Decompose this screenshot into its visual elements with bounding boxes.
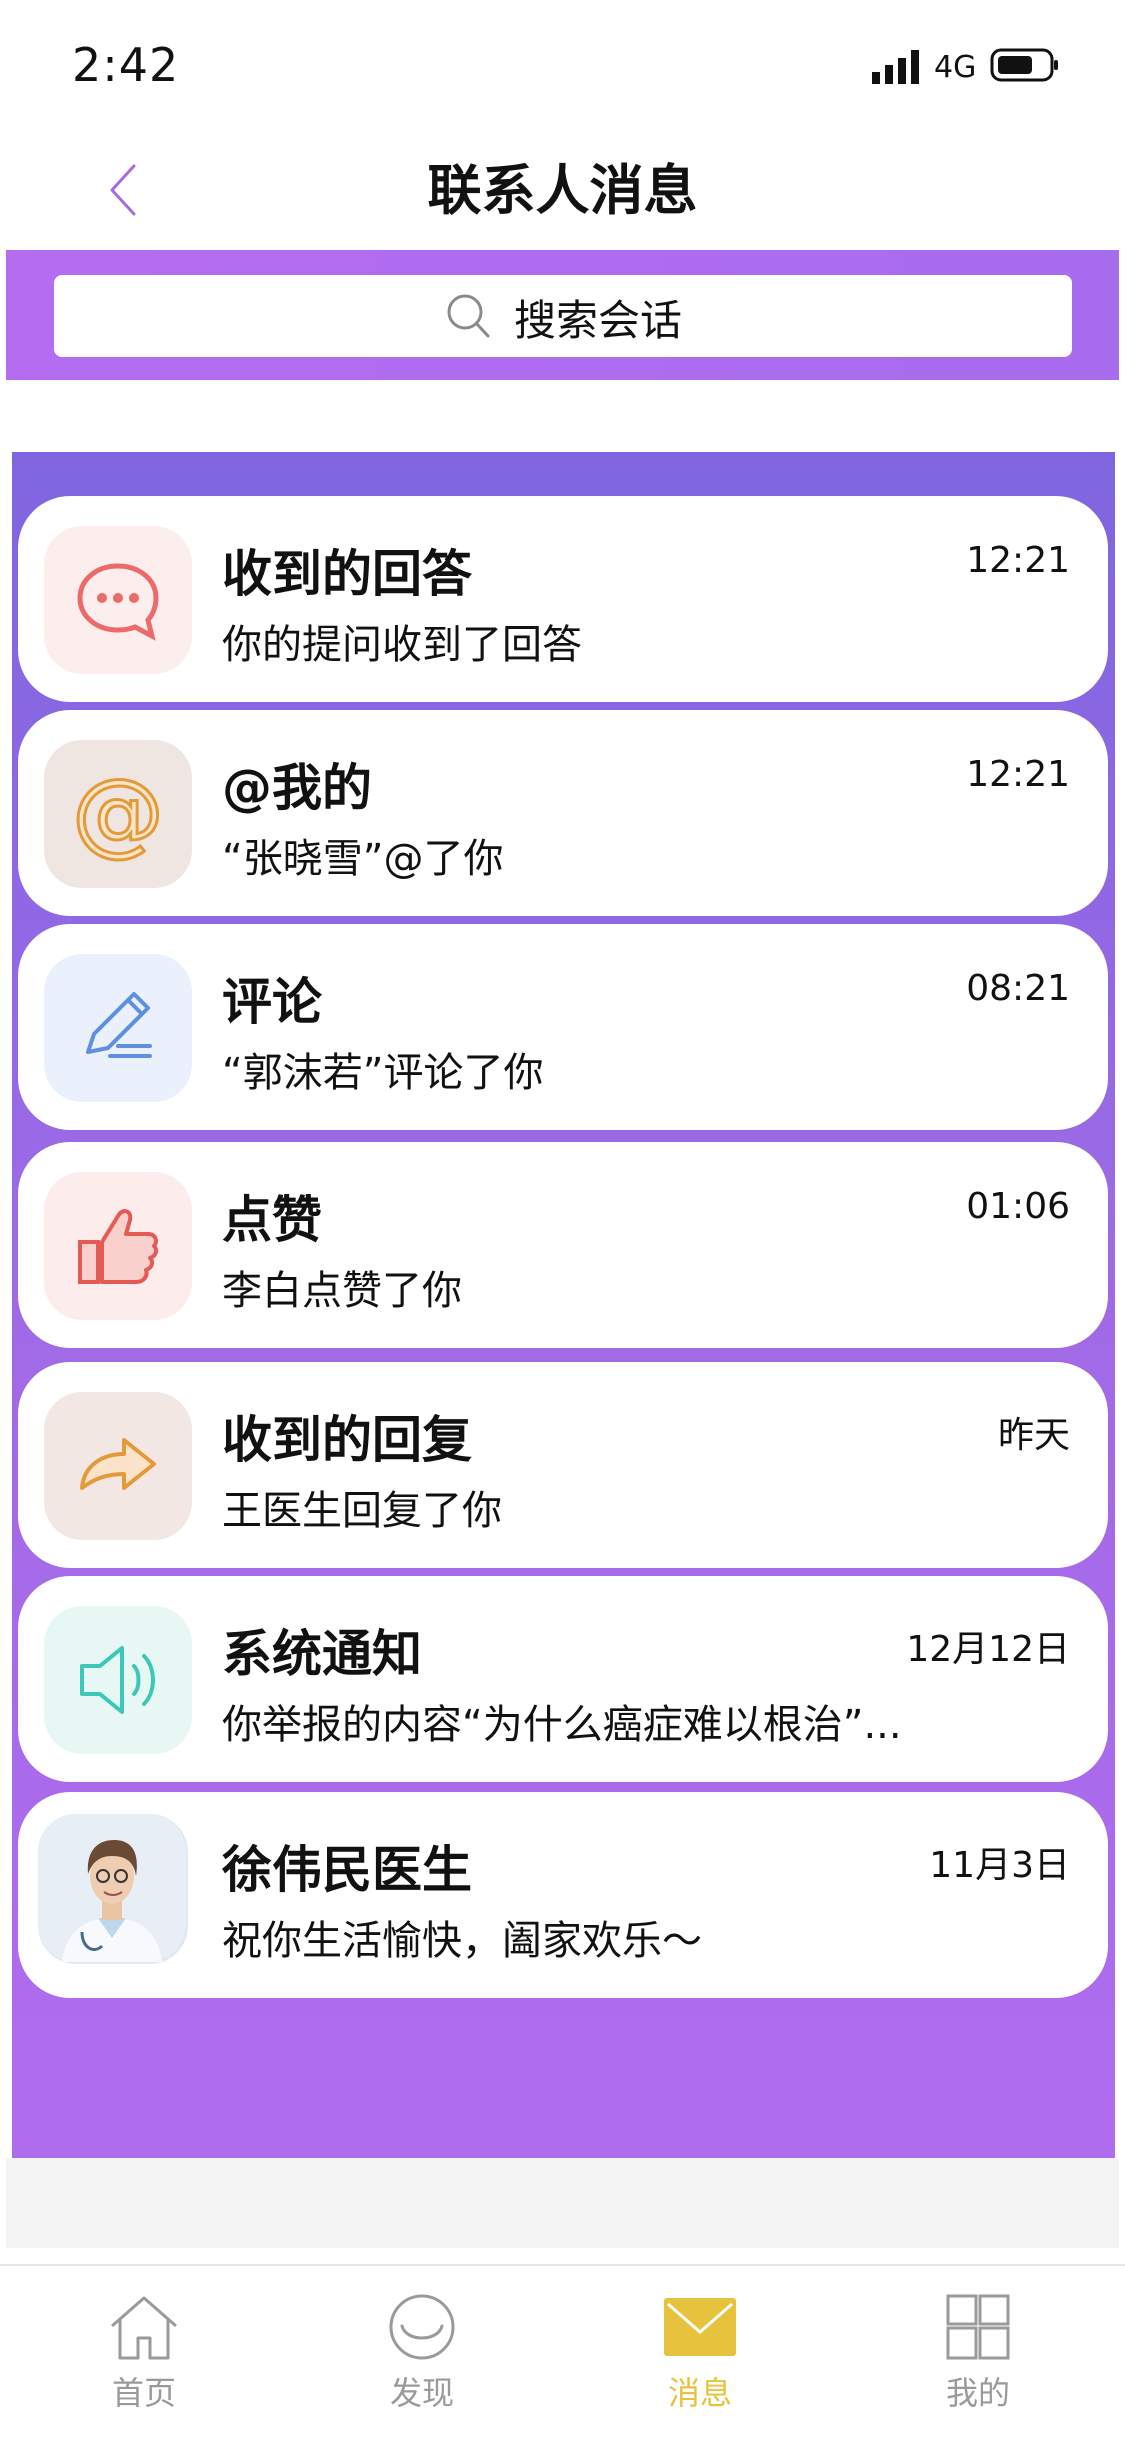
- discover-icon: [389, 2294, 455, 2360]
- message-title: @我的: [222, 759, 372, 817]
- home-icon: [111, 2296, 177, 2360]
- mail-icon: [664, 2298, 736, 2356]
- tab-discover[interactable]: 发现: [332, 2292, 512, 2422]
- message-preview: 你举报的内容“为什么癌症难以根治”...: [222, 1702, 902, 1748]
- at-sign-icon: @: [44, 740, 192, 888]
- battery-icon: [990, 48, 1058, 82]
- message-item-answers[interactable]: 收到的回答 你的提问收到了回答 12:21: [18, 496, 1108, 702]
- message-time: 昨天: [997, 1415, 1070, 1456]
- tab-label: 首页: [111, 2374, 176, 2412]
- tab-bar: 首页 发现 消息 我的: [0, 2264, 1125, 2438]
- nav-bar: 联系人消息: [0, 130, 1125, 250]
- message-title: 点赞: [222, 1191, 322, 1249]
- search-placeholder: 搜索会话: [514, 296, 683, 345]
- message-item-doctor[interactable]: 徐伟民医生 祝你生活愉快，阖家欢乐～ 11月3日: [18, 1792, 1108, 1998]
- message-title: 收到的回答: [222, 545, 472, 603]
- message-title: 系统通知: [222, 1625, 422, 1683]
- message-preview: 祝你生活愉快，阖家欢乐～: [222, 1918, 702, 1964]
- message-title: 评论: [222, 973, 322, 1031]
- tab-messages[interactable]: 消息: [610, 2292, 790, 2422]
- message-preview: “张晓雪”@了你: [222, 836, 504, 882]
- grid-icon: [946, 2294, 1010, 2360]
- tab-profile[interactable]: 我的: [888, 2292, 1068, 2422]
- page-title: 联系人消息: [427, 159, 698, 222]
- message-item-replies[interactable]: 收到的回复 王医生回复了你 昨天: [18, 1362, 1108, 1568]
- message-item-mentions[interactable]: @ @我的 “张晓雪”@了你 12:21: [18, 710, 1108, 916]
- message-preview: “郭沫若”评论了你: [222, 1050, 544, 1096]
- chat-bubble-icon: [44, 526, 192, 674]
- search-input[interactable]: 搜索会话: [54, 275, 1072, 357]
- tab-label: 消息: [667, 2374, 732, 2412]
- search-band: 搜索会话: [6, 250, 1119, 380]
- list-footer-spacer: [6, 2158, 1119, 2248]
- doctor-avatar: [38, 1814, 188, 1964]
- message-preview: 你的提问收到了回答: [222, 622, 582, 668]
- message-item-likes[interactable]: 点赞 李白点赞了你 01:06: [18, 1142, 1108, 1348]
- message-title: 徐伟民医生: [222, 1841, 472, 1899]
- status-time: 2:42: [72, 38, 180, 92]
- tab-label: 我的: [945, 2374, 1010, 2412]
- tab-home[interactable]: 首页: [54, 2292, 234, 2422]
- reply-arrow-icon: [44, 1392, 192, 1540]
- message-item-comments[interactable]: 评论 “郭沫若”评论了你 08:21: [18, 924, 1108, 1130]
- message-preview: 王医生回复了你: [222, 1488, 502, 1534]
- speaker-icon: [44, 1606, 192, 1754]
- message-time: 12:21: [966, 754, 1070, 795]
- pencil-icon: [44, 954, 192, 1102]
- message-title: 收到的回复: [222, 1411, 472, 1469]
- message-preview: 李白点赞了你: [222, 1268, 462, 1314]
- svg-text:@: @: [72, 759, 164, 866]
- message-time: 12月12日: [906, 1629, 1070, 1670]
- message-time: 11月3日: [929, 1845, 1070, 1886]
- network-type: 4G: [934, 50, 977, 85]
- tab-label: 发现: [389, 2374, 454, 2412]
- message-item-system[interactable]: 系统通知 你举报的内容“为什么癌症难以根治”... 12月12日: [18, 1576, 1108, 1782]
- message-time: 01:06: [966, 1186, 1070, 1227]
- message-list: 收到的回答 你的提问收到了回答 12:21 @ @我的 “张晓雪”@了你 12:…: [12, 452, 1115, 2158]
- status-bar: 2:42 4G: [0, 0, 1125, 130]
- thumbs-up-icon: [44, 1172, 192, 1320]
- search-icon: [447, 294, 490, 338]
- message-time: 12:21: [966, 540, 1070, 581]
- message-time: 08:21: [966, 968, 1070, 1009]
- signal-icon: [872, 50, 919, 84]
